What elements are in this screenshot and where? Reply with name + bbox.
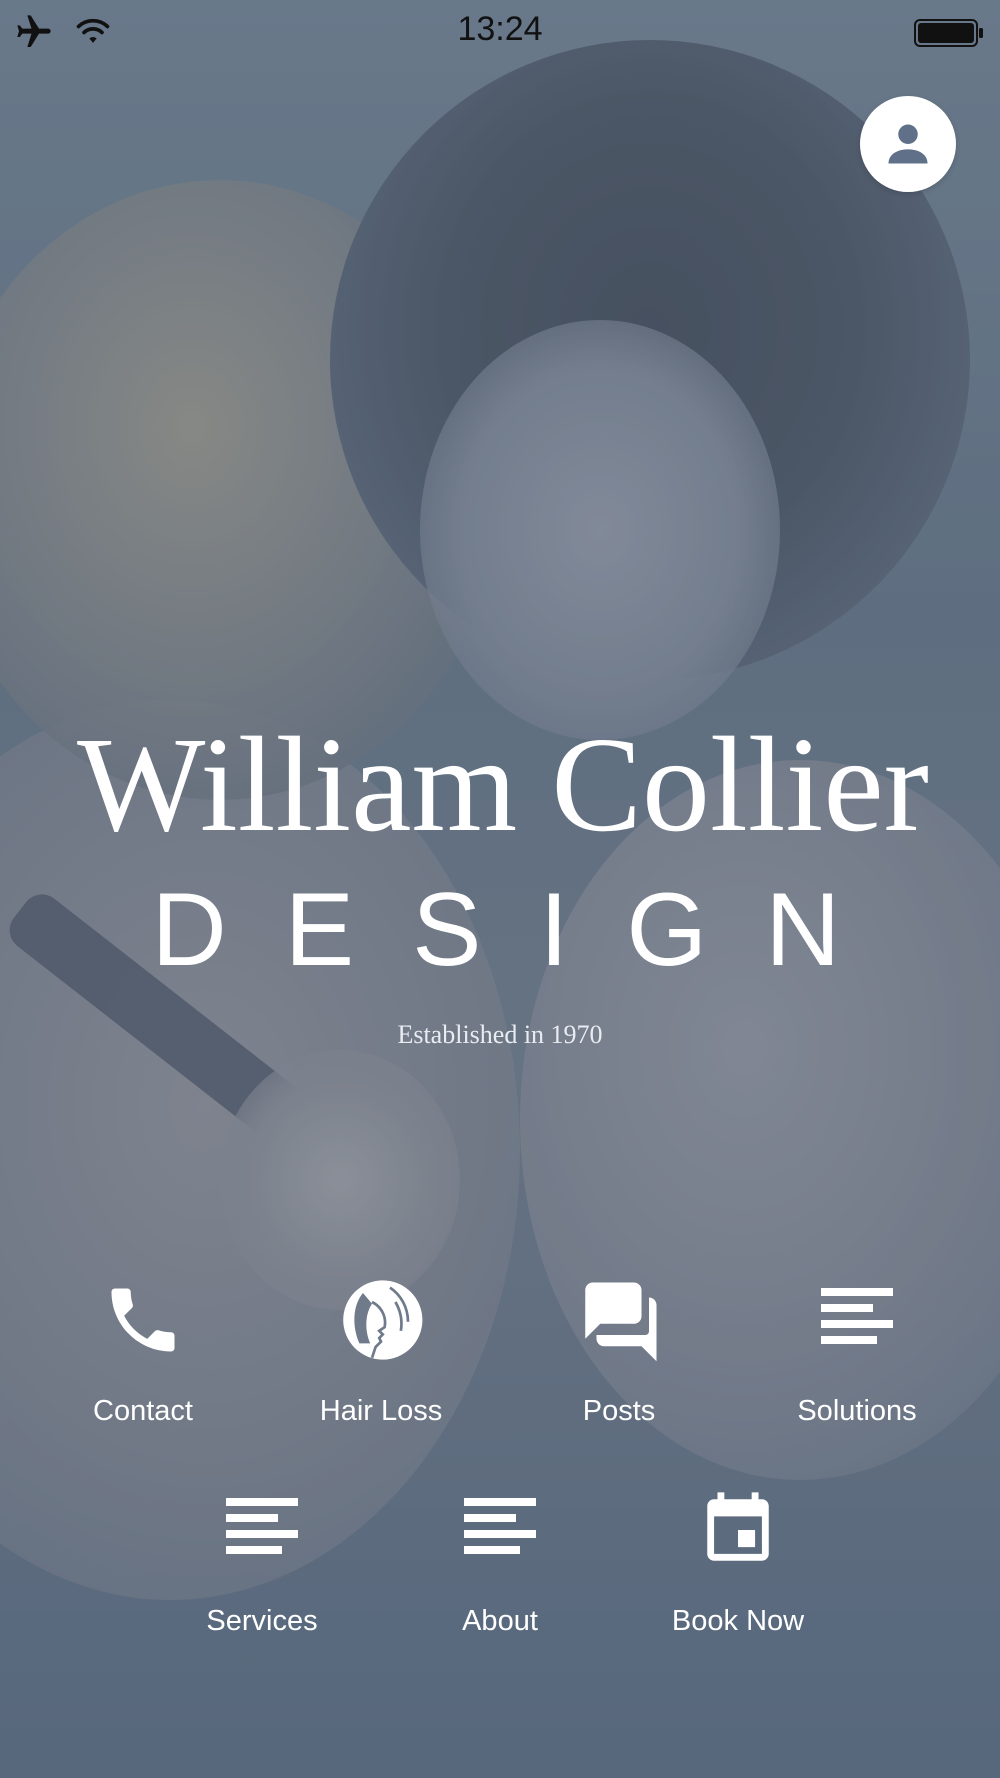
menu-item-solutions[interactable]: Solutions	[738, 1270, 976, 1428]
brand-tagline: Established in 1970	[397, 1020, 603, 1049]
menu-label-services: Services	[206, 1605, 318, 1637]
phone-icon	[93, 1270, 193, 1370]
brand-subtitle: DESIGN	[151, 872, 899, 988]
brand-logo: William Collier DESIGN Established in 19…	[0, 710, 1000, 1050]
status-bar: 13:24	[0, 0, 1000, 64]
menu-item-services[interactable]: Services	[143, 1480, 381, 1638]
app-screen: 13:24 William Collier DESIGN Established…	[0, 0, 1000, 1778]
person-icon	[888, 124, 928, 164]
menu-row-2: Services About Book Now	[0, 1480, 1000, 1638]
status-time: 13:24	[457, 10, 543, 48]
menu-label-about: About	[462, 1605, 538, 1637]
menu-label-solutions: Solutions	[797, 1395, 917, 1427]
profile-button[interactable]	[860, 96, 956, 192]
menu-item-posts[interactable]: Posts	[500, 1270, 738, 1428]
text-lines-icon	[212, 1480, 312, 1580]
menu-item-hair-loss[interactable]: Hair Loss	[262, 1270, 500, 1428]
text-lines-icon	[807, 1270, 907, 1370]
woman-head-icon	[331, 1270, 431, 1370]
calendar-icon	[688, 1480, 788, 1580]
menu-label-contact: Contact	[93, 1395, 193, 1427]
menu-label-posts: Posts	[582, 1395, 656, 1427]
brand-name: William Collier	[77, 710, 929, 860]
menu-label-hair-loss: Hair Loss	[319, 1395, 443, 1427]
menu-item-book-now[interactable]: Book Now	[619, 1480, 857, 1638]
chat-bubbles-icon	[569, 1270, 669, 1370]
battery-icon	[914, 19, 983, 47]
text-lines-icon	[450, 1480, 550, 1580]
menu-label-book-now: Book Now	[671, 1605, 805, 1637]
menu-item-about[interactable]: About	[381, 1480, 619, 1638]
menu-row-1: Contact Hair Loss Posts Solutions	[0, 1270, 1000, 1428]
menu-item-contact[interactable]: Contact	[24, 1270, 262, 1428]
